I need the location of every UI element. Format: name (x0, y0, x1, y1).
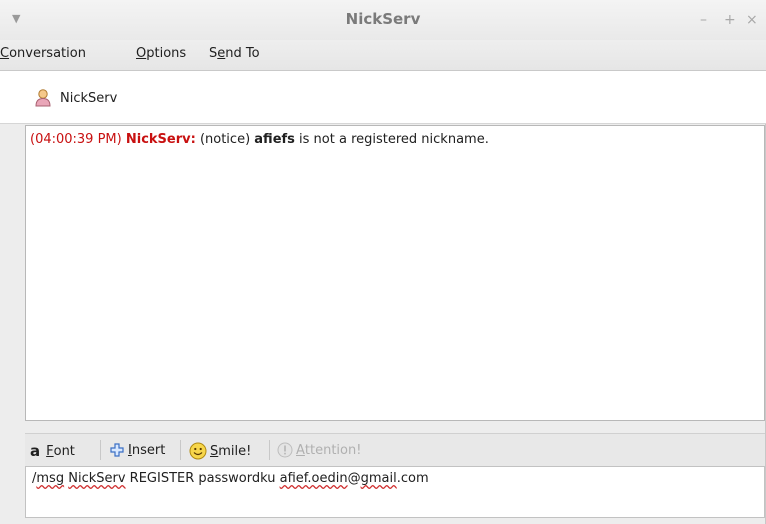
attention-icon (277, 442, 293, 458)
message-sender: NickServ: (125, 132, 196, 147)
message-timestamp: (04:00:39 PM) (30, 132, 122, 147)
font-button[interactable]: a Font (30, 442, 75, 460)
entry-text-6: @ (347, 471, 361, 486)
entry-text-5: afief.oedin (279, 471, 348, 486)
title-bar[interactable]: ▼ NickServ – + × (0, 0, 766, 40)
message-prefix: (notice) (195, 132, 255, 147)
smile-button[interactable]: Smile! (189, 442, 251, 460)
entry-text-4: REGISTER passwordku (125, 471, 280, 486)
attention-button[interactable]: Attention! (277, 442, 361, 458)
menu-send-to[interactable]: Send To (209, 46, 260, 61)
buddy-name: NickServ (60, 91, 118, 106)
entry-text-1: msg (36, 471, 65, 486)
entry-text-3: NickServ (68, 471, 126, 486)
formatting-toolbar: a Font Insert Smile! Attention! (25, 433, 765, 466)
conversation-window: ▼ NickServ – + × Conversation Options Se… (0, 0, 766, 524)
font-icon: a (30, 442, 41, 460)
menu-options[interactable]: Options (136, 46, 186, 61)
minimize-button[interactable]: – (700, 12, 707, 28)
user-avatar-icon (35, 89, 51, 107)
window-title: NickServ (345, 10, 421, 28)
menu-bar: Conversation Options Send To (0, 40, 766, 71)
menu-conversation[interactable]: Conversation (0, 46, 86, 61)
maximize-button[interactable]: + (724, 12, 736, 28)
chat-message: (04:00:39 PM) NickServ: (notice) afiefs … (30, 132, 760, 147)
message-input[interactable]: /msg NickServ REGISTER passwordku afief.… (25, 466, 765, 518)
close-button[interactable]: × (746, 12, 758, 28)
smiley-icon (189, 442, 207, 460)
insert-button[interactable]: Insert (109, 442, 165, 458)
toolbar-separator (100, 440, 101, 460)
buddy-header: NickServ (0, 71, 766, 124)
chat-log[interactable]: (04:00:39 PM) NickServ: (notice) afiefs … (25, 125, 765, 421)
entry-text-7: gmail (360, 471, 397, 486)
message-text: is not a registered nickname. (294, 132, 489, 147)
message-nickname: afiefs (254, 132, 295, 147)
toolbar-separator (180, 440, 181, 460)
toolbar-separator (269, 440, 270, 460)
entry-text-8: .com (396, 471, 429, 486)
plus-icon (110, 443, 124, 457)
